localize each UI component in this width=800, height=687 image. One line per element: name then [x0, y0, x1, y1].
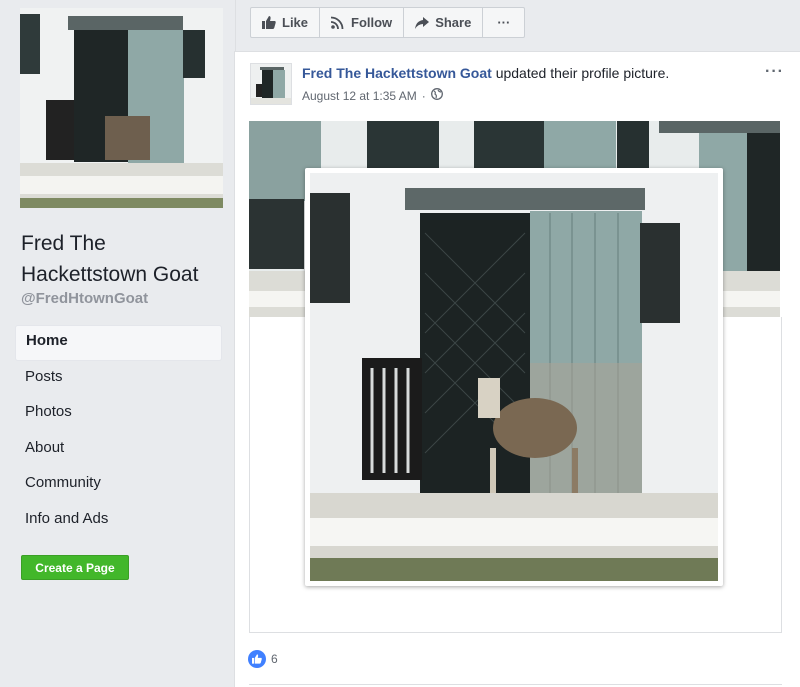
post-action-text: updated their profile picture.	[491, 65, 670, 81]
profile-photo[interactable]	[20, 8, 223, 208]
post-timestamp[interactable]: August 12 at 1:35 AM	[302, 89, 417, 103]
post-header: Fred The Hackettstown Goat updated their…	[302, 65, 669, 81]
post-avatar[interactable]	[250, 63, 292, 105]
nav-item-community[interactable]: Community	[15, 467, 222, 503]
page-title[interactable]: Fred The Hackettstown Goat	[21, 228, 226, 290]
post-author-link[interactable]: Fred The Hackettstown Goat	[302, 65, 492, 81]
more-dots-icon: ···	[497, 15, 511, 30]
nav-item-home[interactable]: Home	[15, 325, 222, 361]
page-sidebar: Fred The Hackettstown Goat @FredHtownGoa…	[0, 0, 235, 687]
post-options-menu[interactable]: ···	[765, 63, 784, 81]
share-arrow-icon	[415, 16, 430, 29]
post-footer-divider	[249, 684, 782, 685]
post-meta: August 12 at 1:35 AM ·	[302, 88, 443, 103]
nav-item-photos[interactable]: Photos	[15, 396, 222, 432]
like-label: Like	[282, 15, 309, 30]
share-button[interactable]: Share	[404, 8, 484, 37]
reactions-summary[interactable]: 6	[248, 650, 278, 668]
reaction-count: 6	[271, 652, 278, 666]
profile-picture-photo[interactable]	[305, 168, 723, 586]
thumbs-up-icon	[262, 16, 276, 29]
like-button[interactable]: Like	[251, 8, 321, 37]
page-nav: Home Posts Photos About Community Info a…	[15, 325, 222, 538]
like-reaction-icon	[248, 650, 266, 668]
nav-item-about[interactable]: About	[15, 432, 222, 468]
post-card: Fred The Hackettstown Goat updated their…	[234, 51, 800, 687]
more-options-button[interactable]: ···	[483, 8, 524, 37]
share-label: Share	[435, 15, 472, 30]
rss-icon	[331, 16, 345, 29]
meta-separator: ·	[421, 88, 426, 103]
nav-item-posts[interactable]: Posts	[15, 361, 222, 397]
globe-icon[interactable]	[430, 88, 443, 103]
follow-button[interactable]: Follow	[320, 8, 405, 37]
create-page-button[interactable]: Create a Page	[21, 555, 129, 580]
nav-item-info-and-ads[interactable]: Info and Ads	[15, 503, 222, 539]
page-handle[interactable]: @FredHtownGoat	[21, 290, 148, 307]
page-action-bar: Like Follow Share ···	[250, 7, 526, 38]
follow-label: Follow	[351, 15, 393, 30]
